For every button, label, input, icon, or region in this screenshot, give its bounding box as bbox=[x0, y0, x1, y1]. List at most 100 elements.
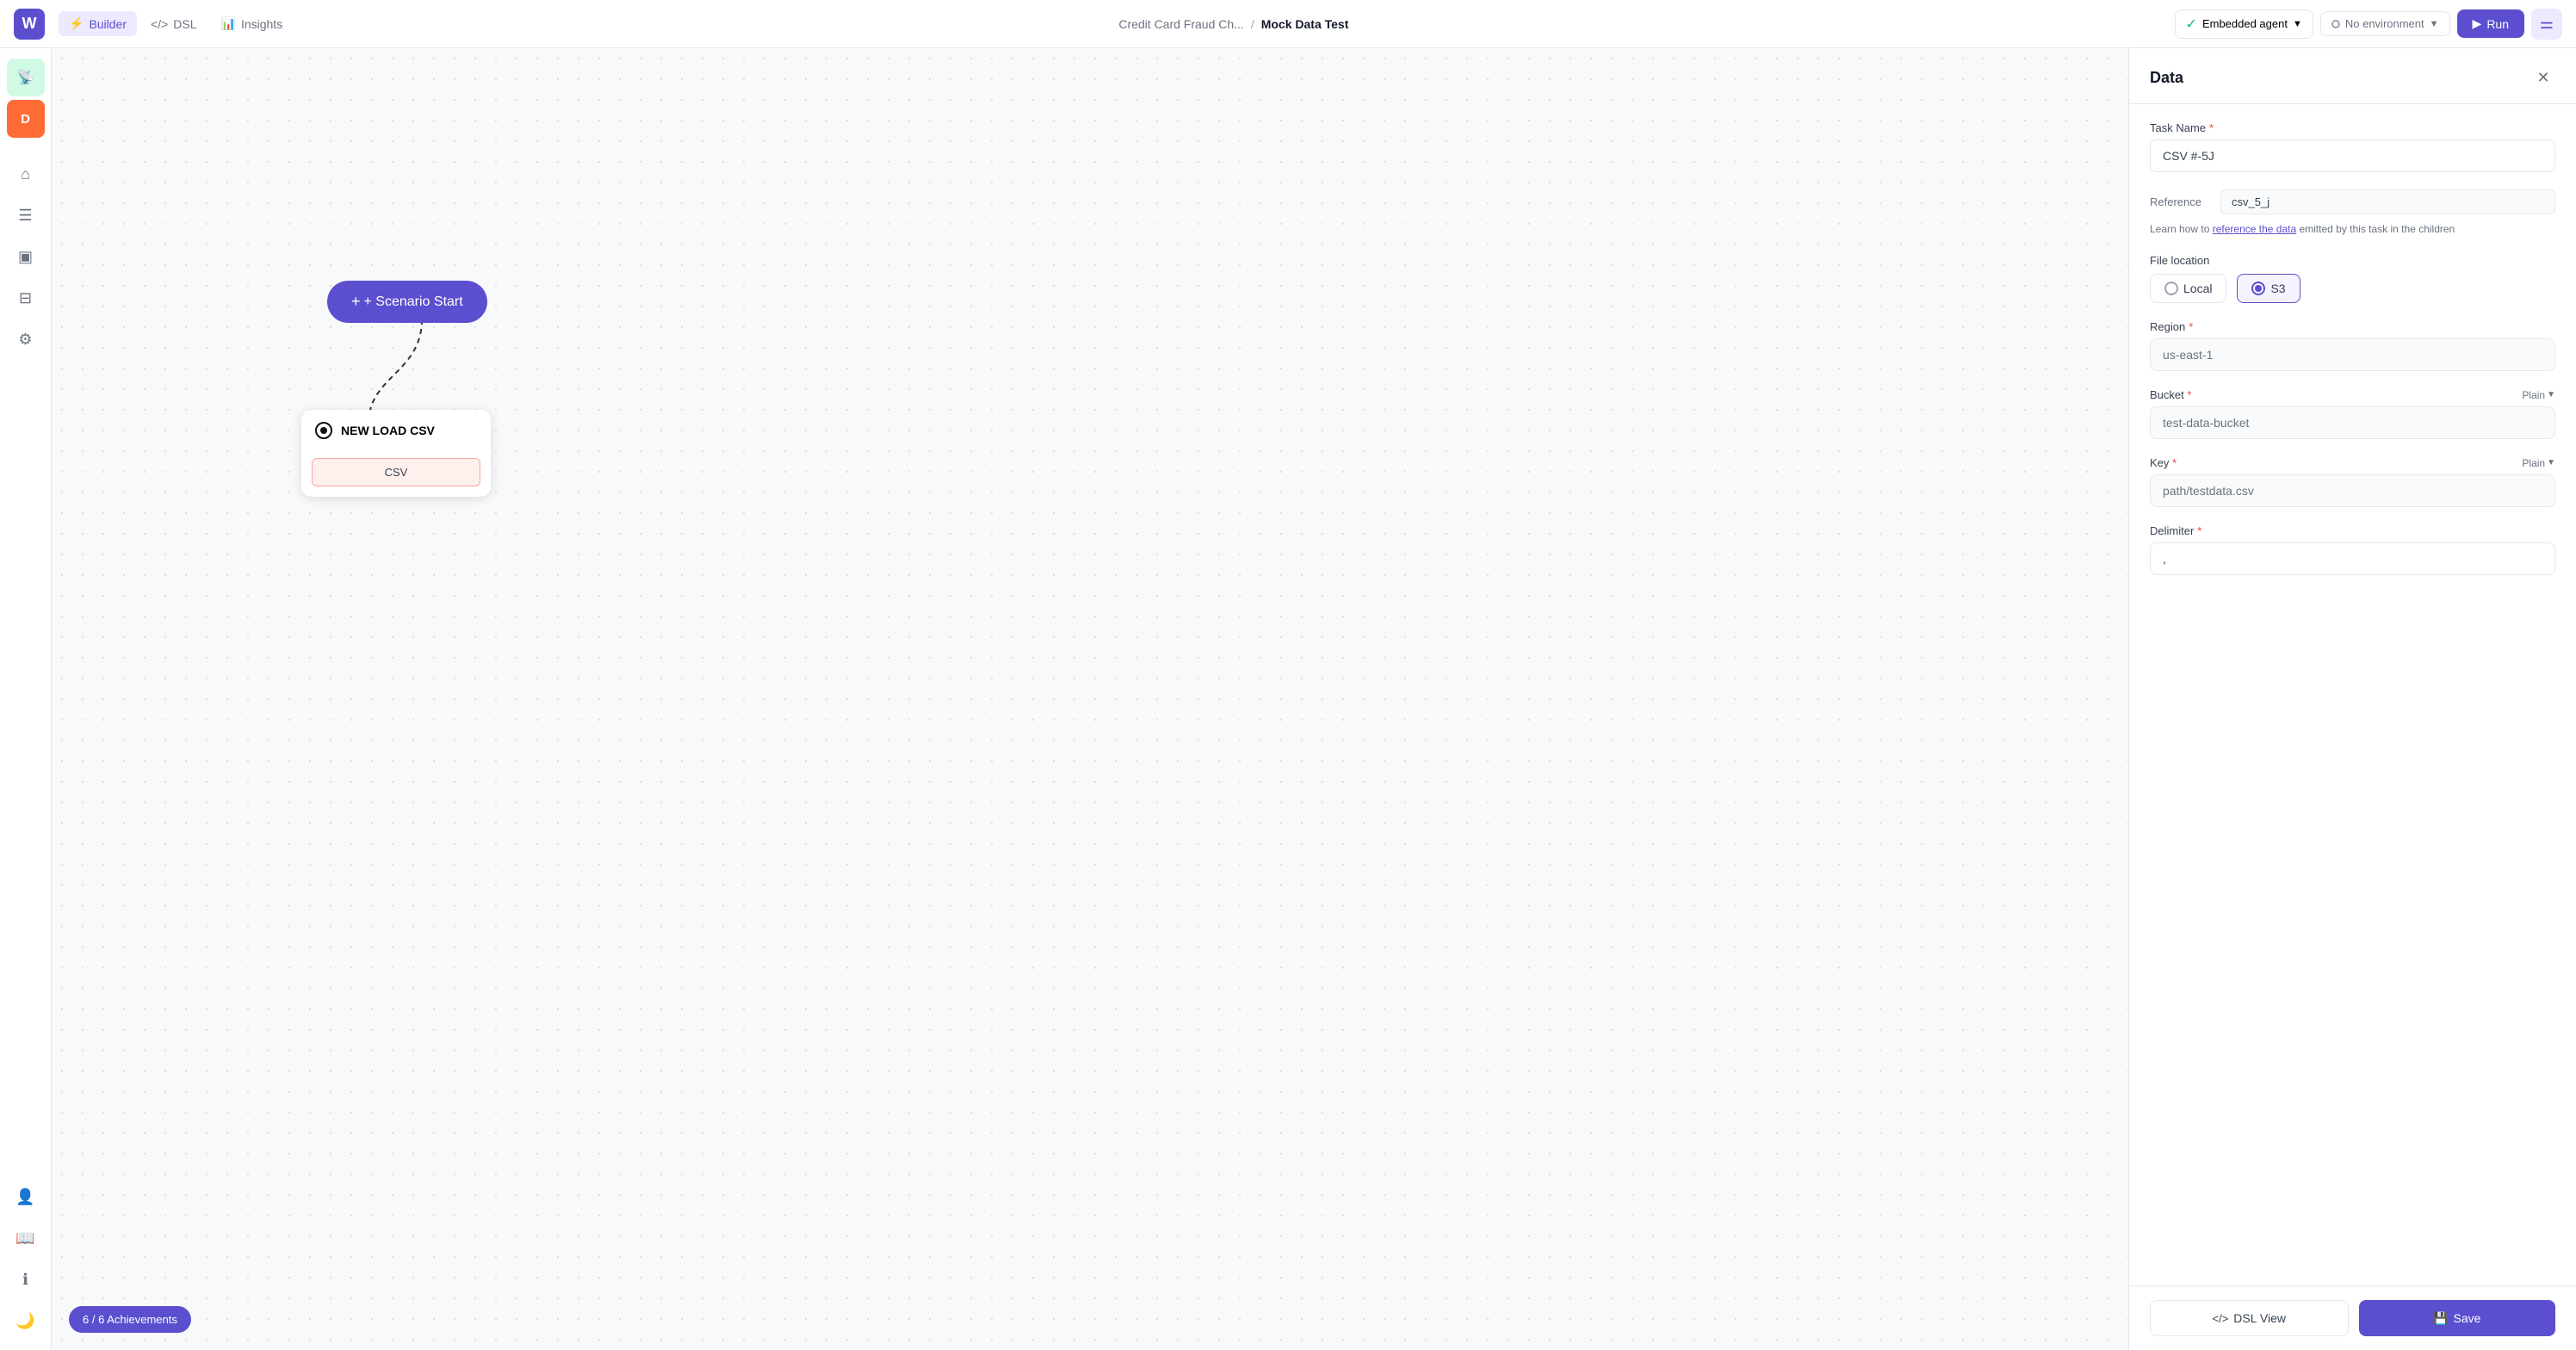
app-logo[interactable]: W bbox=[14, 9, 45, 40]
bucket-plain-toggle[interactable]: Plain ▼ bbox=[2522, 389, 2555, 401]
sidebar-item-signal[interactable]: 📡 bbox=[7, 59, 45, 96]
local-option[interactable]: Local bbox=[2150, 274, 2226, 303]
sliders-icon: ⚌ bbox=[2540, 15, 2554, 33]
nav-insights[interactable]: 📊 Insights bbox=[211, 11, 294, 36]
task-name-field: Task Name * bbox=[2150, 121, 2555, 172]
key-label: Key * Plain ▼ bbox=[2150, 456, 2555, 469]
s3-radio[interactable] bbox=[2251, 282, 2265, 295]
canvas-svg bbox=[52, 48, 2128, 1350]
book-icon: 📖 bbox=[15, 1229, 34, 1248]
key-input[interactable] bbox=[2150, 474, 2555, 507]
close-icon: ✕ bbox=[2536, 69, 2549, 87]
nav-builder[interactable]: ⚡ Builder bbox=[59, 11, 137, 36]
breadcrumb-current: Mock Data Test bbox=[1261, 17, 1349, 31]
panel-close-button[interactable]: ✕ bbox=[2531, 65, 2555, 90]
insights-icon: 📊 bbox=[221, 16, 236, 31]
reference-row: Reference csv_5_j bbox=[2150, 189, 2555, 214]
org-icon: ⚙ bbox=[18, 331, 32, 349]
region-label: Region * bbox=[2150, 320, 2555, 333]
d-icon: D bbox=[21, 112, 30, 127]
file-location-options: Local S3 bbox=[2150, 274, 2555, 303]
layout-icon: ⊟ bbox=[19, 289, 32, 307]
region-input[interactable] bbox=[2150, 338, 2555, 371]
main-canvas: + + Scenario Start NEW LOAD CSV CSV bbox=[52, 48, 2128, 1350]
csv-node-header: NEW LOAD CSV bbox=[301, 410, 491, 451]
run-icon: ▶ bbox=[2473, 16, 2482, 31]
csv-node-body: CSV bbox=[301, 451, 491, 497]
key-plain-toggle[interactable]: Plain ▼ bbox=[2522, 457, 2555, 469]
file-location-label: File location bbox=[2150, 254, 2555, 267]
bucket-label: Bucket * Plain ▼ bbox=[2150, 388, 2555, 401]
panel-footer: </> DSL View 💾 Save bbox=[2129, 1285, 2576, 1350]
panel-body: Task Name * Reference csv_5_j Learn how … bbox=[2129, 104, 2576, 1285]
dsl-icon: </> bbox=[151, 17, 168, 31]
key-field: Key * Plain ▼ bbox=[2150, 456, 2555, 507]
breadcrumb-separator: / bbox=[1251, 17, 1254, 31]
sidebar-item-info[interactable]: ℹ bbox=[7, 1260, 45, 1298]
reference-label: Reference bbox=[2150, 195, 2210, 208]
sidebar-item-moon[interactable]: 🌙 bbox=[7, 1302, 45, 1340]
reference-help: Learn how to reference the data emitted … bbox=[2150, 221, 2555, 237]
local-radio[interactable] bbox=[2164, 282, 2178, 295]
env-selector[interactable]: No environment ▼ bbox=[2320, 11, 2450, 36]
key-required: * bbox=[2172, 456, 2177, 469]
achievements-badge[interactable]: 6 / 6 Achievements bbox=[69, 1306, 191, 1333]
file-location-field: File location Local S3 bbox=[2150, 254, 2555, 303]
info-icon: ℹ bbox=[22, 1271, 28, 1289]
panel-header: Data ✕ bbox=[2129, 48, 2576, 104]
agent-label: Embedded agent bbox=[2202, 17, 2288, 30]
check-icon: ✓ bbox=[2186, 15, 2197, 33]
save-button[interactable]: 💾 Save bbox=[2359, 1300, 2556, 1336]
sidebar-item-layout[interactable]: ⊟ bbox=[7, 279, 45, 317]
dsl-code-icon: </> bbox=[2213, 1312, 2229, 1325]
sidebar: 📡 D ⌂ ☰ ▣ ⊟ ⚙ 👤 📖 ℹ 🌙 bbox=[0, 48, 52, 1350]
chevron-down-icon: ▼ bbox=[2293, 19, 2302, 29]
csv-chip: CSV bbox=[312, 458, 480, 486]
breadcrumb: Credit Card Fraud Ch... / Mock Data Test bbox=[307, 17, 2160, 31]
sidebar-item-list[interactable]: ☰ bbox=[7, 196, 45, 234]
sidebar-item-user[interactable]: 👤 bbox=[7, 1178, 45, 1216]
sidebar-item-org[interactable]: ⚙ bbox=[7, 320, 45, 358]
sidebar-item-d[interactable]: D bbox=[7, 100, 45, 138]
sidebar-item-grid[interactable]: ▣ bbox=[7, 238, 45, 276]
env-circle bbox=[2331, 20, 2340, 28]
env-chevron-icon: ▼ bbox=[2430, 19, 2439, 29]
bucket-input[interactable] bbox=[2150, 406, 2555, 439]
panel-title: Data bbox=[2150, 69, 2183, 87]
sidebar-item-book[interactable]: 📖 bbox=[7, 1219, 45, 1257]
topbar: W ⚡ Builder </> DSL 📊 Insights Credit Ca… bbox=[0, 0, 2576, 48]
save-icon: 💾 bbox=[2433, 1311, 2448, 1326]
user-icon: 👤 bbox=[15, 1188, 34, 1206]
reference-value: csv_5_j bbox=[2220, 189, 2555, 214]
chevron-down-icon: ▼ bbox=[2547, 390, 2555, 399]
delimiter-required: * bbox=[2197, 524, 2201, 537]
settings-button[interactable]: ⚌ bbox=[2531, 9, 2562, 40]
key-chevron-icon: ▼ bbox=[2547, 458, 2555, 468]
nav-dsl[interactable]: </> DSL bbox=[140, 12, 207, 36]
dsl-view-button[interactable]: </> DSL View bbox=[2150, 1300, 2349, 1336]
delimiter-label: Delimiter * bbox=[2150, 524, 2555, 537]
top-nav: ⚡ Builder </> DSL 📊 Insights bbox=[59, 11, 293, 36]
task-name-input[interactable] bbox=[2150, 139, 2555, 172]
breadcrumb-parent[interactable]: Credit Card Fraud Ch... bbox=[1118, 17, 1244, 31]
topbar-actions: ✓ Embedded agent ▼ No environment ▼ ▶ Ru… bbox=[2175, 9, 2562, 40]
sidebar-item-home[interactable]: ⌂ bbox=[7, 155, 45, 193]
task-name-required: * bbox=[2209, 121, 2214, 134]
delimiter-field: Delimiter * bbox=[2150, 524, 2555, 575]
region-field: Region * bbox=[2150, 320, 2555, 371]
list-icon: ☰ bbox=[18, 207, 32, 225]
s3-option[interactable]: S3 bbox=[2237, 274, 2300, 303]
plus-icon: + bbox=[351, 293, 361, 311]
scenario-start-button[interactable]: + + Scenario Start bbox=[327, 281, 487, 323]
reference-help-link[interactable]: reference the data bbox=[2213, 223, 2296, 235]
agent-selector[interactable]: ✓ Embedded agent ▼ bbox=[2175, 9, 2313, 39]
csv-node[interactable]: NEW LOAD CSV CSV bbox=[301, 410, 491, 497]
bucket-required: * bbox=[2187, 388, 2191, 401]
home-icon: ⌂ bbox=[21, 165, 30, 183]
target-icon bbox=[315, 422, 332, 439]
bucket-field: Bucket * Plain ▼ bbox=[2150, 388, 2555, 439]
run-button[interactable]: ▶ Run bbox=[2457, 9, 2524, 38]
builder-icon: ⚡ bbox=[69, 16, 84, 31]
task-name-label: Task Name * bbox=[2150, 121, 2555, 134]
delimiter-input[interactable] bbox=[2150, 542, 2555, 575]
